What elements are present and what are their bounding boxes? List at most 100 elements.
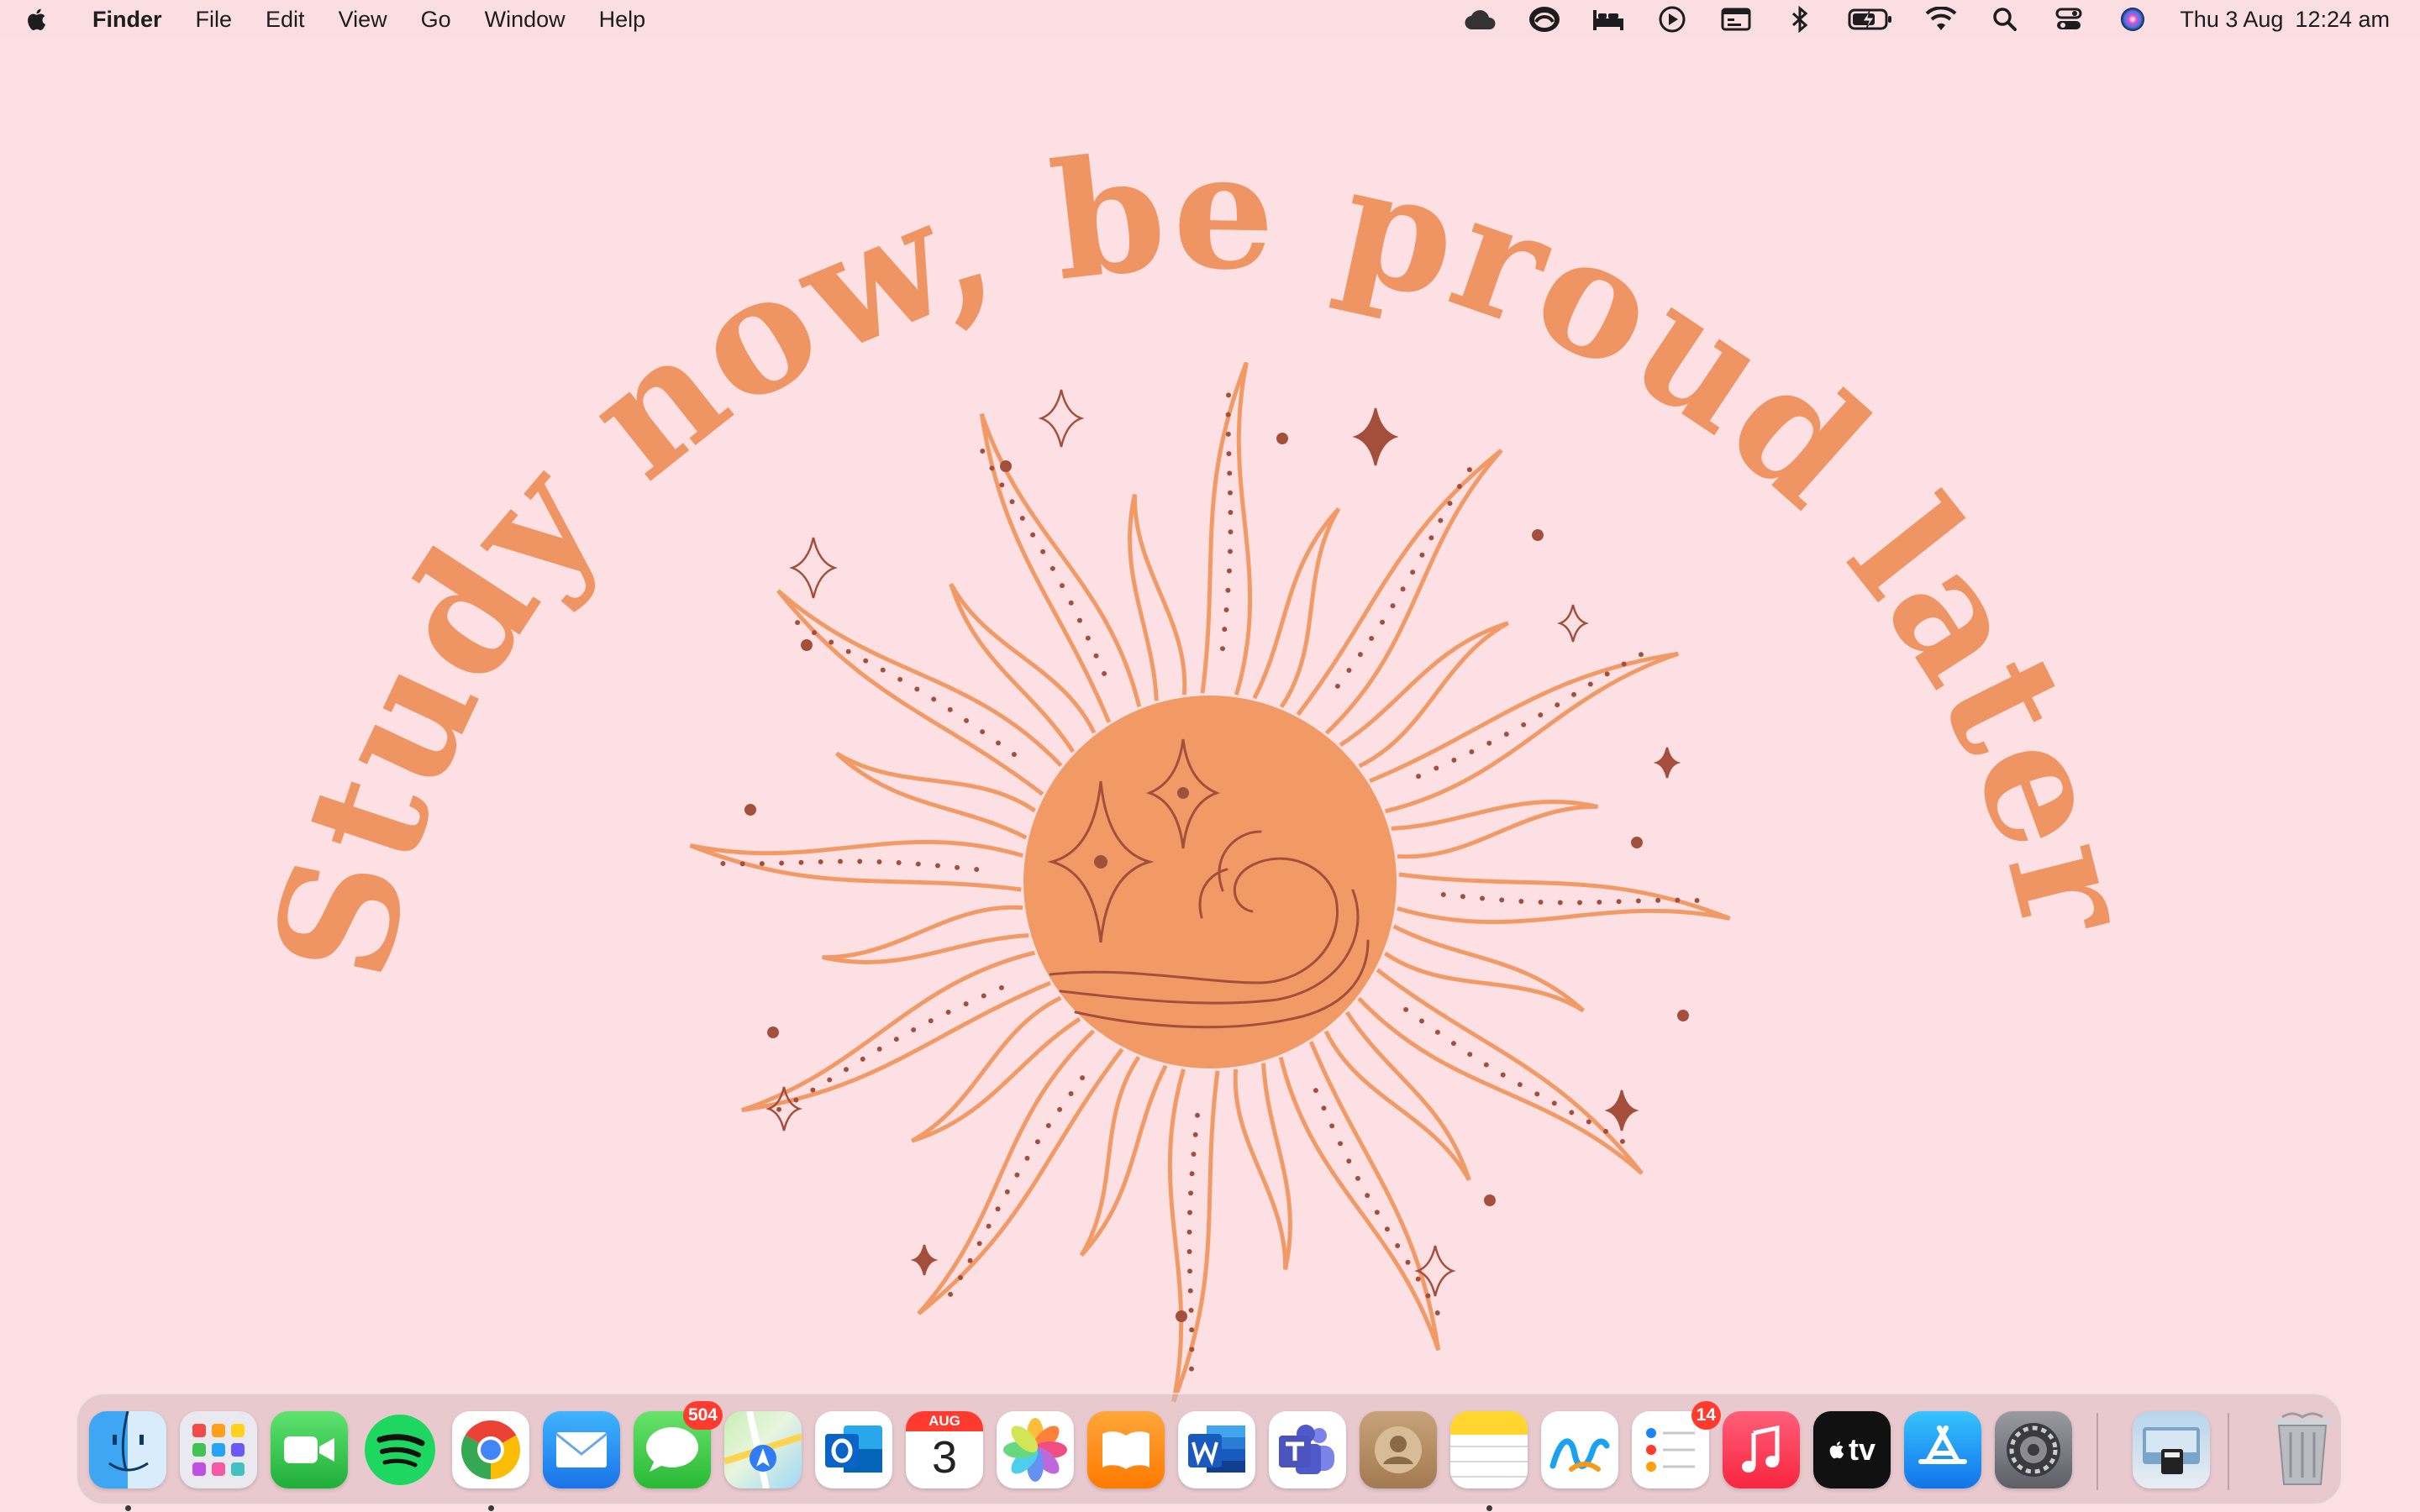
sun-ray-dot: [1186, 1229, 1192, 1235]
sun-ray: [776, 589, 1063, 796]
dock-finder[interactable]: [87, 1410, 168, 1511]
dock-system-settings[interactable]: [1993, 1410, 2074, 1490]
menu-go[interactable]: Go: [404, 0, 468, 39]
sun-ray-dot: [1638, 652, 1644, 658]
dock-facetime[interactable]: [269, 1410, 350, 1490]
sun-ray-dot: [720, 860, 726, 866]
sun-ray-dot: [837, 858, 843, 864]
dock-photos[interactable]: [995, 1410, 1076, 1490]
dock-books[interactable]: [1086, 1410, 1166, 1490]
dock-tv[interactable]: tv: [1812, 1410, 1892, 1490]
word-icon: [1178, 1411, 1255, 1488]
sun-ray-dot: [945, 1010, 951, 1016]
sun-ray-dot: [759, 861, 765, 867]
sun-ray-dot: [1076, 617, 1082, 623]
bluetooth-icon[interactable]: [1783, 3, 1817, 36]
sun-ray-dot: [1355, 1175, 1360, 1181]
menubar-date: Thu 3 Aug: [2180, 6, 2284, 32]
sun-ray-dot: [1034, 1139, 1040, 1145]
sun-ray-dot: [934, 863, 940, 869]
running-indicator: [1486, 1505, 1492, 1511]
menu-view[interactable]: View: [322, 0, 404, 39]
wifi-icon[interactable]: [1924, 3, 1958, 36]
sun-ray-dot: [1557, 900, 1563, 906]
creative-cloud-icon[interactable]: [1464, 3, 1497, 36]
finder-icon: [89, 1411, 166, 1488]
sun-ray-dot: [1228, 509, 1234, 515]
sun-ray-dot: [880, 667, 886, 673]
apple-menu-icon[interactable]: [0, 0, 76, 39]
sun-ray-dot: [1483, 1062, 1489, 1068]
sun-sparkle-dot-2: [1177, 787, 1189, 799]
dock-contacts[interactable]: [1358, 1410, 1439, 1490]
sun-ray-dot: [1014, 1172, 1020, 1178]
sun-ray-dot: [1225, 412, 1231, 417]
dock-music[interactable]: [1721, 1410, 1802, 1490]
screen-capture-icon[interactable]: [1719, 3, 1753, 36]
sun-ray-dot: [1438, 517, 1444, 523]
dock-notes[interactable]: [1449, 1410, 1529, 1511]
spotlight-search-icon[interactable]: [1988, 3, 2022, 36]
sun-ray-dot: [1499, 897, 1505, 903]
control-center-icon[interactable]: [2052, 3, 2086, 36]
sun-ray-dot: [1019, 515, 1025, 521]
sun-ray-dot: [1434, 1029, 1440, 1035]
siri-icon[interactable]: [2116, 3, 2149, 36]
dock-chrome[interactable]: [450, 1410, 531, 1511]
dock: 504 AUG 3 14 tv: [76, 1393, 2343, 1511]
sun-ray-dot: [1434, 765, 1439, 771]
dock-calendar[interactable]: AUG 3: [904, 1410, 985, 1490]
sun-ray-dot: [1456, 483, 1462, 489]
dock-downloads-stack[interactable]: [2131, 1410, 2212, 1490]
apple-tv-icon: tv: [1813, 1411, 1891, 1488]
sun-ray-dot: [915, 861, 921, 867]
dock-freeform[interactable]: [1539, 1410, 1620, 1490]
menu-edit[interactable]: Edit: [249, 0, 322, 39]
sun-ray-dot: [967, 1257, 973, 1263]
sun-ray: [1323, 1011, 1471, 1181]
menu-app-name[interactable]: Finder: [76, 0, 179, 39]
sun-ray: [1391, 800, 1598, 859]
sun-ray-dot: [1419, 552, 1425, 558]
sun-ray-dot: [1226, 392, 1232, 398]
dock-mail[interactable]: [541, 1410, 622, 1490]
cloud-sync-icon[interactable]: [1528, 3, 1561, 36]
dock-teams[interactable]: [1267, 1410, 1348, 1490]
menu-window[interactable]: Window: [468, 0, 582, 39]
play-icon[interactable]: [1655, 3, 1689, 36]
battery-icon[interactable]: [1847, 3, 1894, 36]
sun-ray-dot: [1587, 681, 1593, 687]
dock-outlook[interactable]: [813, 1410, 894, 1490]
running-indicator: [125, 1505, 131, 1511]
sun-ray-dot: [1434, 1310, 1440, 1315]
menu-help[interactable]: Help: [582, 0, 663, 39]
launchpad-icon: [180, 1411, 257, 1488]
sun-ray-dot: [1068, 600, 1074, 606]
sun-ray-dot: [1189, 1347, 1195, 1352]
maps-icon: [724, 1411, 802, 1488]
sun-ray-dot: [1616, 899, 1622, 905]
sun-ray-dot: [1189, 1171, 1195, 1177]
menu-file[interactable]: File: [179, 0, 250, 39]
dock-spotify[interactable]: [360, 1410, 440, 1490]
dock-word[interactable]: [1176, 1410, 1257, 1490]
dock-app-store[interactable]: [1902, 1410, 1983, 1490]
dock-reminders[interactable]: 14: [1630, 1401, 1721, 1490]
sun-ray-dot: [998, 984, 1004, 990]
dock-trash[interactable]: [2262, 1410, 2343, 1490]
outlook-icon: [815, 1411, 892, 1488]
sleep-bed-icon[interactable]: [1591, 3, 1625, 36]
menubar-clock[interactable]: Thu 3 Aug 12:24 am: [2180, 7, 2390, 33]
dock-launchpad[interactable]: [178, 1410, 259, 1490]
sun-ray-dot: [795, 620, 801, 626]
sun-ray-dot: [1451, 757, 1457, 763]
sun-ray-dot: [948, 1291, 954, 1297]
sun-ray-dot: [1186, 1210, 1192, 1215]
dock-maps[interactable]: [723, 1410, 803, 1490]
dock-messages[interactable]: 504: [632, 1401, 723, 1490]
sun-ray-dot: [1093, 653, 1099, 659]
sun-ray-dot: [1500, 1072, 1506, 1078]
sun-ray-dot: [1694, 898, 1700, 904]
music-icon: [1723, 1411, 1800, 1488]
sun-ray-dot: [1365, 1193, 1370, 1199]
